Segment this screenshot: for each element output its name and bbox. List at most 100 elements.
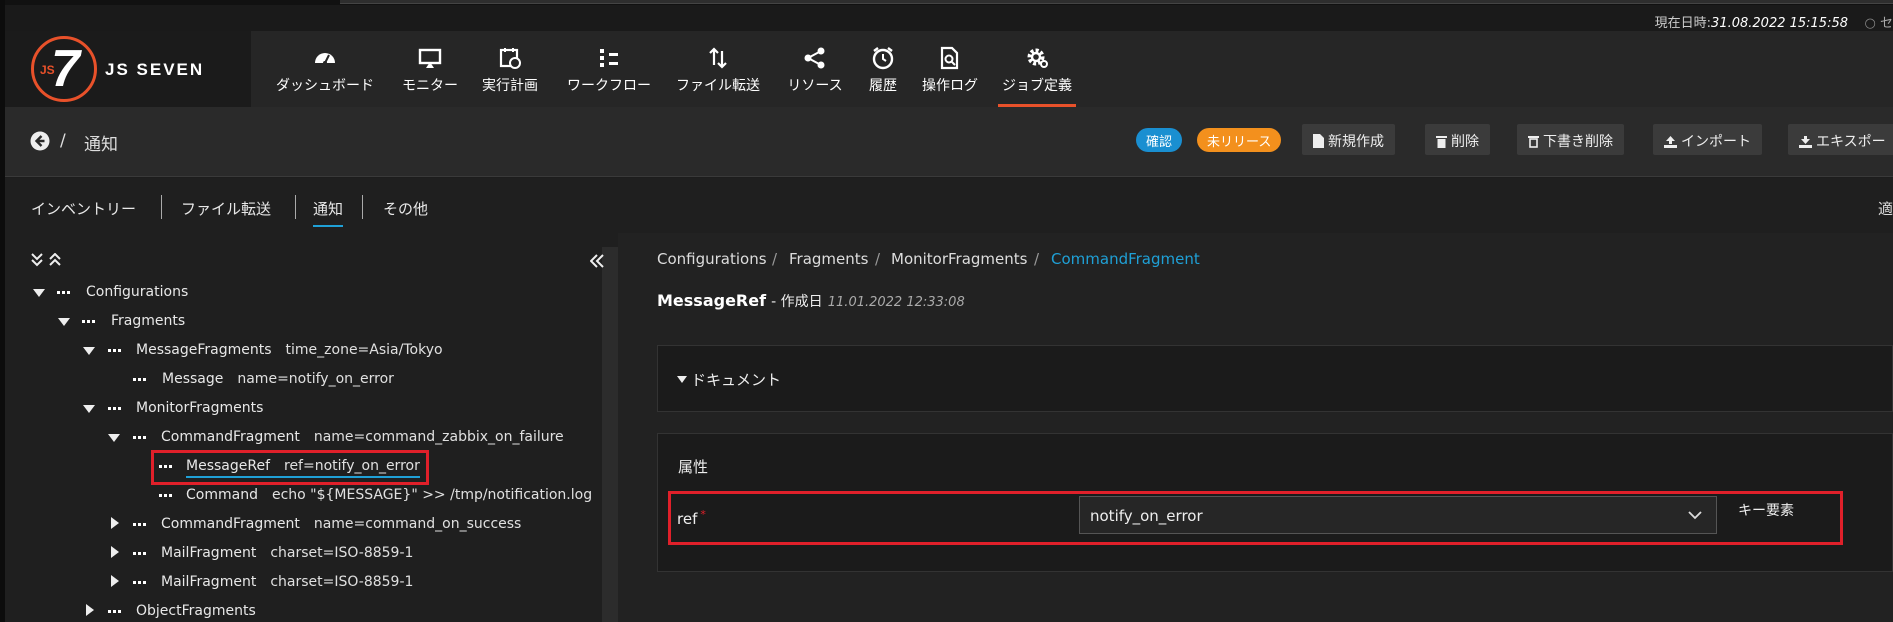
current-time-value: 31.08.2022 15:15:58 <box>1711 16 1848 31</box>
tree-node-label: CommandFragment <box>161 429 300 445</box>
nav-schedule[interactable]: 実行計画 <box>476 31 544 107</box>
tab-divider <box>295 195 296 219</box>
ref-label: ref <box>677 510 698 528</box>
trash-outline-icon <box>1528 136 1539 148</box>
ref-select-value: notify_on_error <box>1090 507 1203 525</box>
new-button-label: 新規作成 <box>1328 134 1384 150</box>
tab-other[interactable]: その他 <box>383 198 428 219</box>
tree-node-label: MonitorFragments <box>136 400 264 416</box>
page-header: / 通知 確認 未リリース 新規作成 削除 下書き削除 インポート エキスポー <box>5 107 1893 177</box>
status-badge-confirmed: 確認 <box>1136 128 1183 152</box>
nav-label: 操作ログ <box>922 78 978 94</box>
tree-node-message[interactable]: Message name=notify_on_error <box>162 371 394 387</box>
tree-node-fragments[interactable]: Fragments <box>111 313 185 329</box>
nav-label: 履歴 <box>869 78 897 94</box>
node-menu-icon[interactable] <box>159 465 173 469</box>
tab-file-transfer[interactable]: ファイル転送 <box>181 198 271 219</box>
node-menu-icon[interactable] <box>108 407 122 411</box>
node-menu-icon[interactable] <box>133 552 147 556</box>
truncated-tab: 適 <box>1877 200 1893 218</box>
nav-label: リソース <box>787 78 843 94</box>
ref-select[interactable]: notify_on_error <box>1079 496 1717 534</box>
time-bar: 現在日時:31.08.2022 15:15:58 ○ セ <box>5 5 1893 31</box>
expanded-caret-icon[interactable] <box>58 318 70 326</box>
breadcrumb-configurations[interactable]: Configurations <box>657 250 767 268</box>
nav-job-definition[interactable]: ジョブ定義 <box>998 31 1076 107</box>
tree-node-label: ObjectFragments <box>136 603 256 619</box>
new-button[interactable]: 新規作成 <box>1302 124 1395 155</box>
tree-node-attribute: name=command_on_success <box>313 516 522 532</box>
tree-node-command-fragment[interactable]: CommandFragment name=command_on_success <box>161 516 521 532</box>
node-menu-icon[interactable] <box>108 349 122 353</box>
expand-all-icon[interactable] <box>31 253 43 267</box>
tree-node-message-ref-selected[interactable]: MessageRef ref=notify_on_error <box>186 458 420 478</box>
required-mark: * <box>700 508 706 521</box>
dashboard-gauge-icon <box>315 53 335 65</box>
tree-node-command-fragment[interactable]: CommandFragment name=command_zabbix_on_fa… <box>161 429 564 445</box>
node-menu-icon[interactable] <box>133 436 147 440</box>
node-menu-icon[interactable] <box>82 320 96 324</box>
expanded-caret-icon[interactable] <box>33 289 45 297</box>
tree-node-label: Configurations <box>86 284 189 300</box>
tree-node-message-fragments[interactable]: MessageFragments time_zone=Asia/Tokyo <box>136 342 443 358</box>
node-menu-icon[interactable] <box>133 378 147 382</box>
export-button[interactable]: エキスポー <box>1788 124 1893 155</box>
dot: ○ <box>1864 16 1876 31</box>
upload-icon <box>1664 136 1677 148</box>
delete-button[interactable]: 削除 <box>1425 124 1490 155</box>
node-menu-icon[interactable] <box>159 494 173 498</box>
nav-resources[interactable]: リソース <box>781 31 849 107</box>
node-menu-icon[interactable] <box>57 291 71 295</box>
document-section[interactable]: ドキュメント <box>657 345 1893 412</box>
expanded-caret-icon[interactable] <box>83 405 95 413</box>
collapsed-caret-icon[interactable] <box>86 604 94 616</box>
breadcrumb-fragments[interactable]: Fragments <box>789 250 868 268</box>
collapsed-caret-icon[interactable] <box>111 517 119 529</box>
tree-node-mail-fragment[interactable]: MailFragment charset=ISO-8859-1 <box>161 545 413 561</box>
tree-node-object-fragments[interactable]: ObjectFragments <box>136 603 256 619</box>
collapse-all-icon[interactable] <box>49 253 61 267</box>
nav-audit-log[interactable]: 操作ログ <box>917 31 983 107</box>
tab-notification[interactable]: 通知 <box>313 198 344 227</box>
current-time: 現在日時:31.08.2022 15:15:58 <box>1655 12 1848 31</box>
nav-label: ダッシュボード <box>276 78 374 94</box>
nav-workflow[interactable]: ワークフロー <box>560 31 658 107</box>
import-button[interactable]: インポート <box>1653 124 1762 155</box>
breadcrumb-monitor-fragments[interactable]: MonitorFragments <box>891 250 1027 268</box>
tree-node-command[interactable]: Command echo "${MESSAGE}" >> /tmp/notific… <box>186 487 592 503</box>
breadcrumb-command-fragment[interactable]: CommandFragment <box>1051 250 1200 268</box>
logo[interactable]: JS 7 JS SEVEN <box>5 31 251 107</box>
tree-node-attribute: echo "${MESSAGE}" >> /tmp/notification.l… <box>271 487 593 503</box>
nav-history[interactable]: 履歴 <box>861 31 905 107</box>
section-caret-icon <box>677 376 687 383</box>
logo-mark: JS 7 <box>31 36 97 102</box>
truncated-label: セ <box>1879 16 1893 31</box>
tree-node-configurations[interactable]: Configurations <box>86 284 188 300</box>
breadcrumb-separator: / <box>875 250 881 268</box>
tree-scrollbar[interactable] <box>602 247 618 622</box>
tree-node-label: MessageRef <box>186 458 270 474</box>
nav-label: ワークフロー <box>567 78 651 94</box>
node-menu-icon[interactable] <box>108 610 122 614</box>
main-header: JS 7 JS SEVEN ダッシュボード モニター 実行計画 ワークフロー フ… <box>5 31 1893 107</box>
tree-node-attribute: ref=notify_on_error <box>284 458 420 474</box>
expanded-caret-icon[interactable] <box>83 347 95 355</box>
node-menu-icon[interactable] <box>133 581 147 585</box>
breadcrumb-separator: / <box>772 250 778 268</box>
tab-inventory[interactable]: インベントリー <box>31 198 136 219</box>
tree-node-mail-fragment[interactable]: MailFragment charset=ISO-8859-1 <box>161 574 413 590</box>
breadcrumb-separator: / <box>1034 250 1040 268</box>
nav-dashboard[interactable]: ダッシュボード <box>273 31 377 107</box>
trash-icon <box>1436 136 1447 148</box>
tree-node-monitor-fragments[interactable]: MonitorFragments <box>136 400 263 416</box>
delete-draft-button[interactable]: 下書き削除 <box>1517 124 1624 155</box>
collapse-panel-icon[interactable] <box>590 254 604 268</box>
nav-monitor[interactable]: モニター <box>391 31 469 107</box>
back-arrow-icon[interactable] <box>30 131 50 151</box>
nav-file-transfer[interactable]: ファイル転送 <box>671 31 765 107</box>
tree-node-attribute: time_zone=Asia/Tokyo <box>285 342 443 358</box>
expanded-caret-icon[interactable] <box>108 434 120 442</box>
node-menu-icon[interactable] <box>133 523 147 527</box>
collapsed-caret-icon[interactable] <box>111 575 119 587</box>
collapsed-caret-icon[interactable] <box>111 546 119 558</box>
